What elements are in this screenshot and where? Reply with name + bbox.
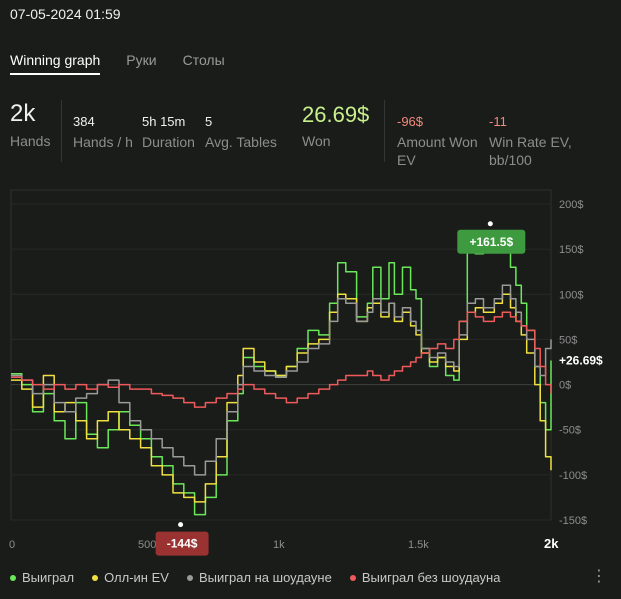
- legend-dot: [186, 574, 193, 581]
- min-label: -144$: [167, 537, 198, 551]
- max-label: +161.5$: [469, 235, 513, 249]
- legend-item-allin-ev[interactable]: Олл-ин EV: [92, 570, 169, 585]
- stat-hands-label: Hands: [10, 133, 51, 149]
- legend-label: Выиграл без шоудауна: [361, 570, 501, 585]
- stat-won-value: 26.69$: [302, 102, 370, 127]
- min-marker: [178, 522, 184, 528]
- stat-hands-per-hour-value: 384: [73, 114, 95, 129]
- legend-label: Выиграл: [22, 570, 75, 585]
- stat-avg-tables: 5 Avg. Tables: [205, 100, 277, 151]
- legend-item-won[interactable]: Выиграл: [10, 570, 74, 585]
- legend-item-showdown[interactable]: Выиграл на шоудауне: [186, 570, 332, 585]
- tab-bar: Winning graph Руки Столы: [10, 52, 225, 75]
- y-tick-label: 200$: [559, 199, 583, 211]
- divider: [61, 100, 62, 162]
- stat-duration: 5h 15m Duration: [142, 100, 195, 151]
- stat-hands-per-hour-label: Hands / h: [73, 134, 133, 150]
- stat-amount-won-ev: -96$ Amount Won EV: [397, 100, 481, 169]
- y-tick-label: 0$: [559, 380, 571, 392]
- stats-bar: 2k Hands 384 Hands / h 5h 15m Duration 5…: [0, 100, 621, 170]
- stat-hands-per-hour: 384 Hands / h: [73, 100, 133, 151]
- y-tick-label: -50$: [559, 425, 581, 437]
- more-options-icon[interactable]: ⋮: [591, 566, 607, 586]
- session-datetime: 07-05-2024 01:59: [10, 6, 121, 22]
- x-tick-label: 500: [138, 539, 156, 551]
- winning-graph-chart[interactable]: 200$ 150$ 100$ 50$ 0$ -50$ -100$ -150$ 0 500 1k 1.5…: [0, 185, 621, 560]
- chart-legend: Выиграл Олл-ин EV Выиграл на шоудауне Вы…: [10, 570, 500, 585]
- stat-hands: 2k Hands: [10, 100, 50, 150]
- x-tick-label: 1.5k: [408, 539, 429, 551]
- tab-winning-graph[interactable]: Winning graph: [10, 52, 101, 75]
- y-tick-label: -150$: [559, 515, 587, 527]
- final-value-label: +26.69$: [559, 353, 603, 367]
- stat-win-rate-ev: -11 Win Rate EV, bb/100: [489, 100, 573, 169]
- stat-win-rate-ev-label: Win Rate EV, bb/100: [489, 134, 572, 168]
- stat-amount-won-ev-label: Amount Won EV: [397, 134, 478, 168]
- stat-won: 26.69$ Won: [302, 100, 369, 150]
- tab-tables[interactable]: Столы: [183, 52, 225, 75]
- stat-win-rate-ev-value: -11: [489, 114, 507, 129]
- series-line: [11, 284, 552, 476]
- stat-amount-won-ev-value: -96$: [397, 114, 424, 129]
- stat-duration-label: Duration: [142, 134, 195, 150]
- x-tick-label: 0: [9, 539, 15, 551]
- x-tick-label: 1k: [273, 539, 285, 551]
- stat-avg-tables-label: Avg. Tables: [205, 134, 277, 150]
- x-tick-label: 2k: [544, 536, 559, 551]
- legend-label: Олл-ин EV: [104, 570, 169, 585]
- legend-dot: [92, 574, 99, 581]
- y-tick-label: 100$: [559, 289, 583, 301]
- stat-won-label: Won: [302, 133, 331, 149]
- legend-dot: [349, 574, 356, 581]
- y-tick-label: -100$: [559, 470, 587, 482]
- stat-avg-tables-value: 5: [205, 114, 213, 129]
- max-marker: [487, 221, 493, 227]
- tab-hands[interactable]: Руки: [126, 52, 156, 75]
- y-tick-label: 50$: [559, 334, 577, 346]
- y-tick-label: 150$: [559, 244, 583, 256]
- stat-duration-value: 5h 15m: [142, 114, 186, 129]
- legend-dot: [10, 574, 16, 581]
- stat-hands-value: 2k: [10, 100, 36, 127]
- legend-item-non-showdown[interactable]: Выиграл без шоудауна: [349, 570, 501, 585]
- divider: [384, 100, 385, 162]
- legend-label: Выиграл на шоудауне: [198, 570, 332, 585]
